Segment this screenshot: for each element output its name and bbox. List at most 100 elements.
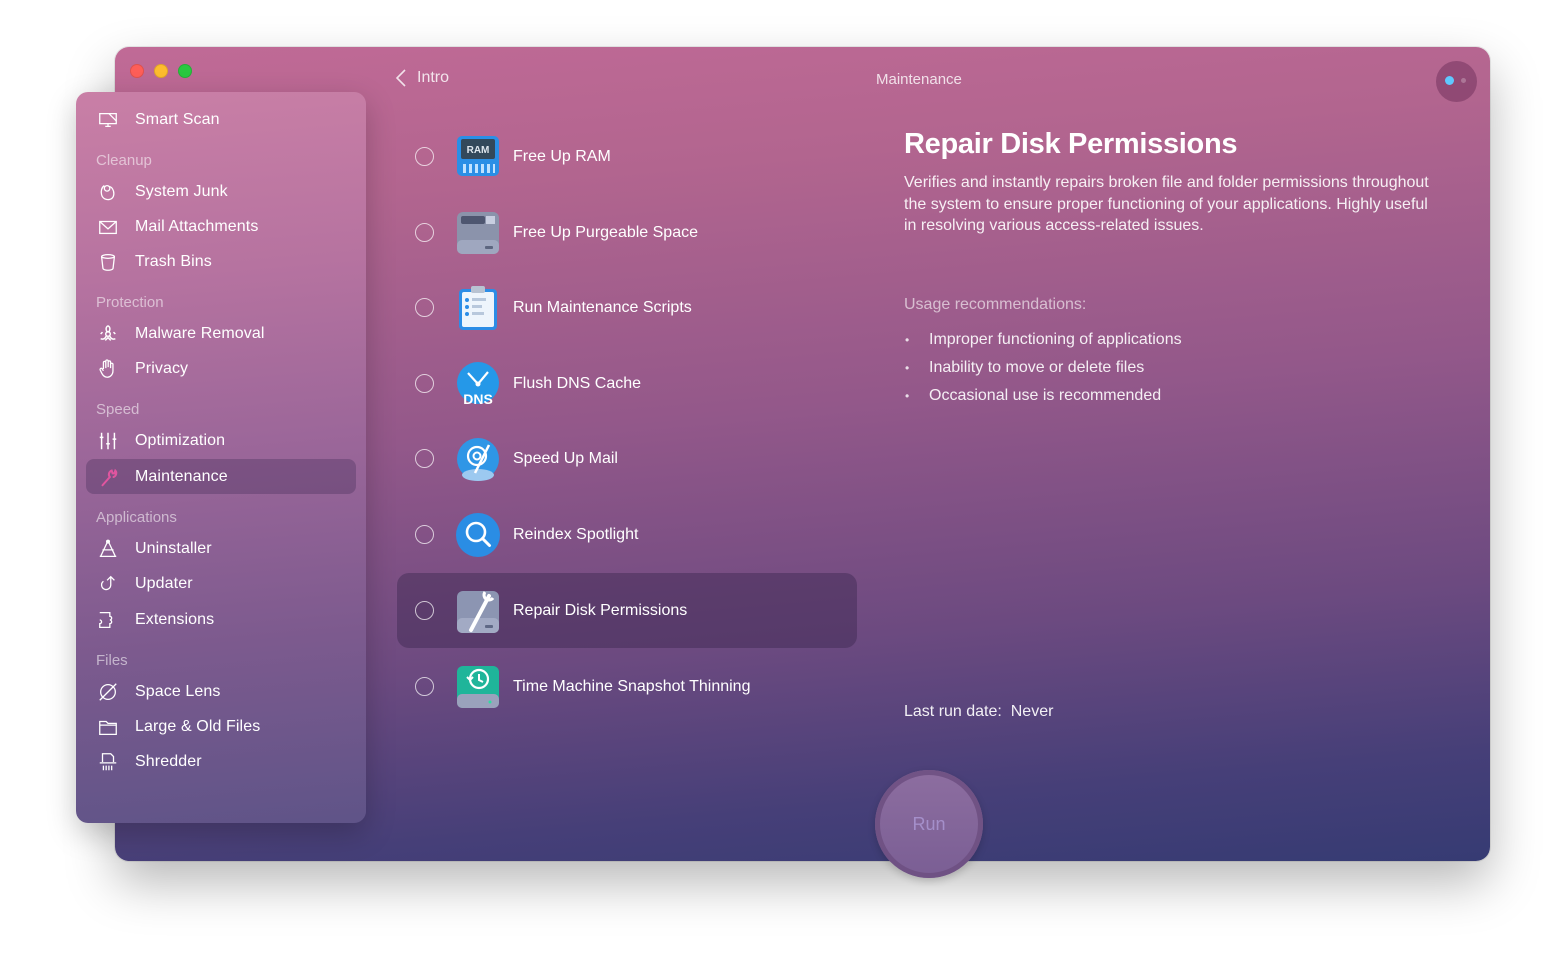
task-label: Free Up Purgeable Space xyxy=(513,223,698,241)
svg-text:DNS: DNS xyxy=(463,391,493,407)
sidebar-item-privacy[interactable]: Privacy xyxy=(86,351,356,386)
time-machine-icon xyxy=(455,664,501,710)
usage-recommendations-title: Usage recommendations: xyxy=(904,296,1087,313)
close-window-button[interactable] xyxy=(130,64,144,78)
dns-icon: DNS xyxy=(455,361,501,407)
run-button-label: Run xyxy=(912,813,946,834)
task-radio[interactable] xyxy=(415,298,434,317)
task-item[interactable]: DNS Flush DNS Cache xyxy=(397,346,857,421)
sidebar-item-label: Shredder xyxy=(135,752,202,770)
window-controls xyxy=(130,64,192,78)
sidebar-item-updater[interactable]: Updater xyxy=(86,566,356,601)
envelope-icon xyxy=(96,215,120,239)
task-item[interactable]: RAM Free Up RAM xyxy=(397,119,857,194)
sidebar-item-label: Extensions xyxy=(135,610,215,628)
usage-item: • Improper functioning of applications xyxy=(904,326,1182,354)
sidebar-item-label: Maintenance xyxy=(135,467,228,485)
sidebar-item-label: Large & Old Files xyxy=(135,717,261,735)
sidebar-section-speed: Speed xyxy=(96,401,140,418)
task-radio[interactable] xyxy=(415,449,434,468)
sidebar-item-label: Privacy xyxy=(135,359,189,377)
back-button[interactable]: Intro xyxy=(395,68,449,88)
trash-icon xyxy=(96,250,120,274)
sidebar: Smart Scan Cleanup System Junk Mail Atta… xyxy=(76,92,366,823)
task-item-selected[interactable]: Repair Disk Permissions xyxy=(397,573,857,648)
sidebar-item-large-old-files[interactable]: Large & Old Files xyxy=(86,709,356,744)
wrench-icon xyxy=(96,465,120,489)
task-label: Flush DNS Cache xyxy=(513,374,642,392)
sidebar-item-label: Updater xyxy=(135,574,193,592)
task-label: Repair Disk Permissions xyxy=(513,601,688,619)
detail-description: Verifies and instantly repairs broken fi… xyxy=(904,174,1429,234)
sidebar-item-uninstaller[interactable]: Uninstaller xyxy=(86,531,356,566)
smart-scan-icon xyxy=(96,108,120,132)
task-radio[interactable] xyxy=(415,374,434,393)
svg-text:RAM: RAM xyxy=(467,145,490,156)
assistant-button[interactable] xyxy=(1436,61,1477,102)
task-radio[interactable] xyxy=(415,147,434,166)
sidebar-item-smart-scan[interactable]: Smart Scan xyxy=(86,102,356,137)
ram-icon: RAM xyxy=(455,134,501,180)
bullet-icon: • xyxy=(905,361,910,375)
sidebar-item-malware-removal[interactable]: Malware Removal xyxy=(86,316,356,351)
sidebar-item-extensions[interactable]: Extensions xyxy=(86,602,356,637)
sidebar-section-protection: Protection xyxy=(96,294,164,311)
task-item[interactable]: Speed Up Mail xyxy=(397,421,857,496)
task-label: Run Maintenance Scripts xyxy=(513,298,692,316)
sidebar-item-trash-bins[interactable]: Trash Bins xyxy=(86,244,356,279)
page-title: Maintenance xyxy=(876,71,962,88)
spotlight-icon xyxy=(455,512,501,558)
last-run-date: Last run date: Never xyxy=(904,703,1053,721)
sidebar-item-optimization[interactable]: Optimization xyxy=(86,423,356,458)
usage-item: • Occasional use is recommended xyxy=(904,382,1182,410)
detail-title: Repair Disk Permissions xyxy=(904,128,1238,160)
updater-arrow-icon xyxy=(96,572,120,596)
sidebar-item-space-lens[interactable]: Space Lens xyxy=(86,674,356,709)
sidebar-item-label: Smart Scan xyxy=(135,110,220,128)
last-run-value: Never xyxy=(1010,703,1054,720)
sliders-icon xyxy=(96,429,120,453)
sidebar-item-label: System Junk xyxy=(135,182,228,200)
task-item[interactable]: Time Machine Snapshot Thinning xyxy=(397,649,857,724)
sidebar-section-applications: Applications xyxy=(96,509,177,526)
run-button[interactable]: Run xyxy=(875,770,983,878)
task-item[interactable]: Free Up Purgeable Space xyxy=(397,195,857,270)
planet-icon xyxy=(96,680,120,704)
task-label: Speed Up Mail xyxy=(513,449,618,467)
task-radio[interactable] xyxy=(415,601,434,620)
mail-speed-icon xyxy=(455,436,501,482)
task-radio[interactable] xyxy=(415,677,434,696)
last-run-label: Last run date: xyxy=(904,703,1002,720)
sidebar-section-files: Files xyxy=(96,652,128,669)
sidebar-item-system-junk[interactable]: System Junk xyxy=(86,174,356,209)
hand-icon xyxy=(96,357,120,381)
sidebar-item-maintenance[interactable]: Maintenance xyxy=(86,459,356,494)
sidebar-item-mail-attachments[interactable]: Mail Attachments xyxy=(86,209,356,244)
sidebar-item-shredder[interactable]: Shredder xyxy=(86,744,356,779)
uninstaller-icon xyxy=(96,537,120,561)
clipboard-icon xyxy=(455,285,501,331)
task-label: Free Up RAM xyxy=(513,147,611,165)
puzzle-icon xyxy=(96,608,120,632)
task-radio[interactable] xyxy=(415,525,434,544)
task-item[interactable]: Reindex Spotlight xyxy=(397,497,857,572)
bullet-icon: • xyxy=(905,333,910,347)
task-item[interactable]: Run Maintenance Scripts xyxy=(397,270,857,345)
assistant-dot-icon xyxy=(1445,76,1454,85)
maximize-window-button[interactable] xyxy=(178,64,192,78)
sidebar-item-label: Trash Bins xyxy=(135,252,212,270)
task-label: Time Machine Snapshot Thinning xyxy=(513,677,751,695)
task-label: Reindex Spotlight xyxy=(513,525,639,543)
sidebar-item-label: Malware Removal xyxy=(135,324,265,342)
minimize-window-button[interactable] xyxy=(154,64,168,78)
usage-item-text: Occasional use is recommended xyxy=(929,387,1162,404)
assistant-dot-secondary-icon xyxy=(1461,78,1466,83)
sidebar-item-label: Space Lens xyxy=(135,682,221,700)
usage-item-text: Improper functioning of applications xyxy=(929,331,1182,348)
disk-repair-icon xyxy=(455,588,501,634)
task-radio[interactable] xyxy=(415,223,434,242)
usage-recommendations-list: • Improper functioning of applications • I… xyxy=(904,326,1182,410)
biohazard-icon xyxy=(96,322,120,346)
bullet-icon: • xyxy=(905,389,910,403)
sidebar-item-label: Optimization xyxy=(135,431,226,449)
